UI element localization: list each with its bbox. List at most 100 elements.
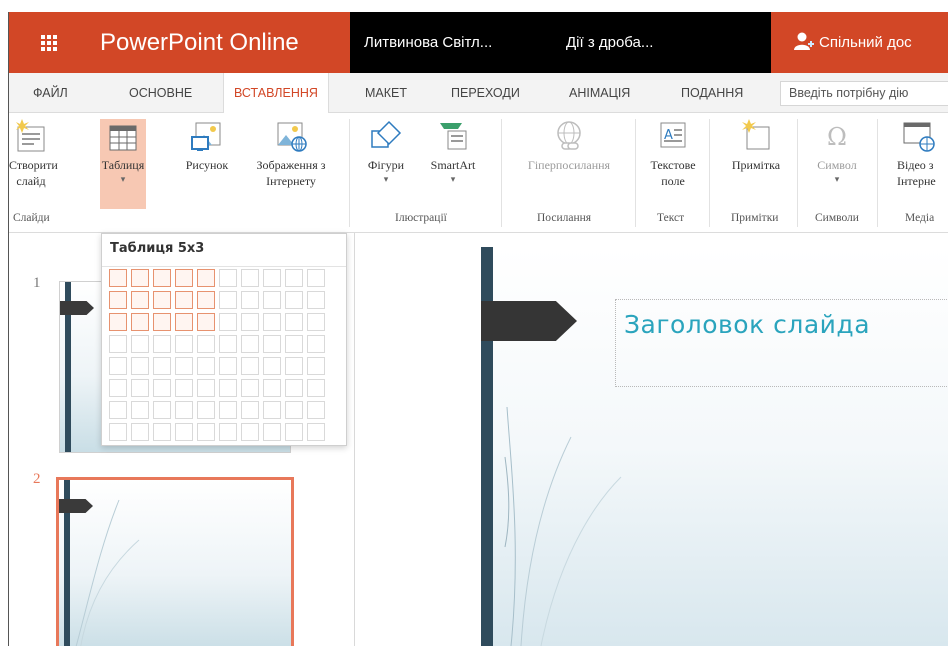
table-grid-cell[interactable] (241, 269, 259, 287)
table-grid-cell[interactable] (197, 291, 215, 309)
table-grid-cell[interactable] (153, 357, 171, 375)
table-grid-cell[interactable] (263, 335, 281, 353)
table-grid-cell[interactable] (131, 335, 149, 353)
tab-animations[interactable]: АНІМАЦІЯ (569, 73, 630, 113)
table-grid-cell[interactable] (197, 313, 215, 331)
table-grid-cell[interactable] (219, 269, 237, 287)
comment-button[interactable]: Примітка (721, 119, 791, 173)
document-name[interactable]: Дії з дроба... (566, 12, 653, 73)
table-grid-cell[interactable] (219, 291, 237, 309)
app-brand[interactable]: PowerPoint Online (88, 12, 350, 73)
table-grid-cell[interactable] (153, 401, 171, 419)
share-button[interactable]: Спільний дос (771, 12, 948, 73)
video-button[interactable]: Відео з Інтерне (885, 119, 948, 189)
table-grid-cell[interactable] (153, 423, 171, 441)
picture-button[interactable]: Рисунок (176, 119, 238, 173)
table-grid-cell[interactable] (241, 357, 259, 375)
table-grid-cell[interactable] (109, 335, 127, 353)
table-grid-cell[interactable] (109, 423, 127, 441)
pane-divider[interactable] (354, 233, 355, 646)
table-grid-cell[interactable] (109, 357, 127, 375)
table-grid-cell[interactable] (197, 379, 215, 397)
tab-home[interactable]: ОСНОВНЕ (129, 73, 192, 113)
table-grid-cell[interactable] (241, 335, 259, 353)
table-grid-cell[interactable] (197, 357, 215, 375)
new-slide-button[interactable]: Створити слайд (9, 119, 58, 189)
table-grid-cell[interactable] (197, 401, 215, 419)
table-grid-cell[interactable] (307, 313, 325, 331)
table-grid-cell[interactable] (175, 291, 193, 309)
table-grid-cell[interactable] (285, 335, 303, 353)
table-grid-cell[interactable] (285, 379, 303, 397)
table-grid-cell[interactable] (175, 379, 193, 397)
table-grid-cell[interactable] (263, 401, 281, 419)
table-grid-cell[interactable] (307, 291, 325, 309)
table-grid-cell[interactable] (175, 335, 193, 353)
table-grid-cell[interactable] (153, 335, 171, 353)
table-grid-cell[interactable] (241, 313, 259, 331)
tab-transitions[interactable]: ПЕРЕХОДИ (451, 73, 520, 113)
table-grid-cell[interactable] (219, 423, 237, 441)
table-grid-cell[interactable] (109, 313, 127, 331)
table-grid-cell[interactable] (219, 313, 237, 331)
textbox-button[interactable]: A Текстове поле (643, 119, 703, 189)
table-grid-cell[interactable] (197, 423, 215, 441)
table-grid-cell[interactable] (131, 269, 149, 287)
table-grid-cell[interactable] (241, 423, 259, 441)
tab-file[interactable]: ФАЙЛ (33, 73, 68, 113)
table-grid-cell[interactable] (263, 357, 281, 375)
table-grid-cell[interactable] (285, 357, 303, 375)
table-grid-cell[interactable] (285, 313, 303, 331)
table-grid-cell[interactable] (285, 291, 303, 309)
table-grid-cell[interactable] (241, 291, 259, 309)
table-grid-cell[interactable] (175, 357, 193, 375)
table-grid-cell[interactable] (241, 379, 259, 397)
tab-view[interactable]: ПОДАННЯ (681, 73, 743, 113)
tab-layout[interactable]: МАКЕТ (365, 73, 407, 113)
table-grid-cell[interactable] (285, 423, 303, 441)
table-grid-cell[interactable] (175, 313, 193, 331)
table-grid-cell[interactable] (109, 291, 127, 309)
table-grid-cell[interactable] (153, 269, 171, 287)
table-grid-cell[interactable] (219, 335, 237, 353)
table-grid-cell[interactable] (285, 269, 303, 287)
table-grid-cell[interactable] (263, 291, 281, 309)
symbol-button[interactable]: Ω Символ ▾ (805, 119, 869, 185)
slide-canvas[interactable]: Заголовок слайда (481, 247, 948, 646)
table-grid-cell[interactable] (109, 269, 127, 287)
online-pictures-button[interactable]: Зображення з Інтернету (239, 119, 343, 189)
table-grid-cell[interactable] (307, 423, 325, 441)
owner-name[interactable]: Литвинова Світл... (364, 12, 492, 73)
table-grid-cell[interactable] (307, 335, 325, 353)
table-grid-cell[interactable] (219, 401, 237, 419)
table-grid-cell[interactable] (307, 357, 325, 375)
tell-me-search-input[interactable]: Введіть потрібну дію (780, 81, 948, 106)
table-grid-cell[interactable] (175, 401, 193, 419)
shapes-button[interactable]: Фігури ▾ (361, 119, 411, 185)
title-placeholder[interactable]: Заголовок слайда (615, 299, 948, 387)
table-grid-cell[interactable] (153, 379, 171, 397)
table-grid-cell[interactable] (197, 269, 215, 287)
table-grid-cell[interactable] (219, 379, 237, 397)
app-launcher-button[interactable] (9, 12, 88, 73)
table-grid-cell[interactable] (263, 379, 281, 397)
table-grid-cell[interactable] (153, 313, 171, 331)
slide-thumbnail-2[interactable] (56, 477, 294, 646)
smartart-button[interactable]: SmartArt ▾ (419, 119, 487, 185)
table-grid-cell[interactable] (197, 335, 215, 353)
table-grid-cell[interactable] (109, 379, 127, 397)
table-grid-cell[interactable] (307, 269, 325, 287)
table-grid-cell[interactable] (263, 269, 281, 287)
table-grid-cell[interactable] (307, 401, 325, 419)
hyperlink-button[interactable]: Гіперпосилання (507, 119, 631, 173)
table-grid-cell[interactable] (131, 401, 149, 419)
table-grid-cell[interactable] (263, 423, 281, 441)
tab-insert[interactable]: ВСТАВЛЕННЯ (223, 73, 329, 114)
table-grid-cell[interactable] (131, 379, 149, 397)
table-grid-cell[interactable] (307, 379, 325, 397)
table-grid-cell[interactable] (175, 423, 193, 441)
table-grid-cell[interactable] (131, 357, 149, 375)
table-grid-cell[interactable] (263, 313, 281, 331)
table-grid-cell[interactable] (241, 401, 259, 419)
table-grid-cell[interactable] (131, 291, 149, 309)
